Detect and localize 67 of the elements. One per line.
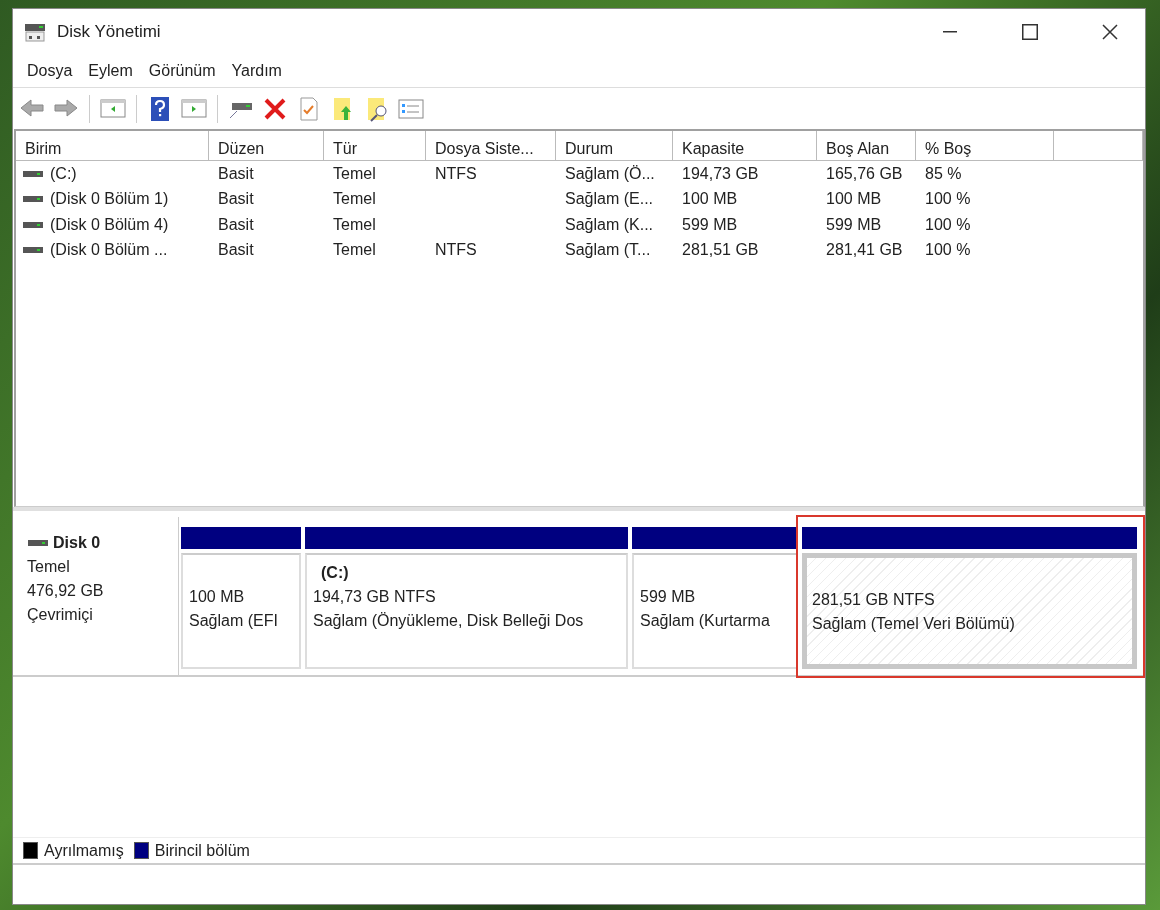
- table-cell: 281,41 GB: [826, 241, 903, 259]
- table-cell: Sağlam (E...: [565, 190, 654, 208]
- table-cell-text: (Disk 0 Bölüm ...: [50, 240, 168, 261]
- partition-size: 281,51 GB NTFS: [812, 591, 935, 608]
- column-header[interactable]: % Boş: [916, 131, 1054, 161]
- column-header[interactable]: Dosya Siste...: [426, 131, 556, 161]
- partition-status: Sağlam (EFI: [189, 612, 278, 629]
- table-cell: Basit: [218, 164, 254, 182]
- column-header[interactable]: Boş Alan: [817, 131, 916, 161]
- partition-size: 599 MB: [640, 588, 696, 605]
- menu-item[interactable]: Eylem: [80, 57, 141, 85]
- partition-size: 100 MB: [189, 588, 245, 605]
- legend-label: Ayrılmamış: [44, 840, 124, 861]
- table-cell: 599 MB: [682, 215, 738, 233]
- table-cell: Temel: [333, 215, 376, 233]
- table-cell: Temel: [333, 164, 376, 182]
- legend-label: Birincil bölüm: [154, 840, 250, 861]
- disk-type: Temel: [27, 558, 70, 575]
- partition-block[interactable]: 599 MB Sağlam (Kurtarma: [632, 553, 798, 669]
- table-cell-text: (Disk 0 Bölüm 1): [50, 189, 169, 210]
- table-cell: 281,51 GB: [682, 241, 759, 259]
- close-icon: [1102, 24, 1118, 40]
- table-cell: 85 %: [925, 164, 962, 182]
- menu-item[interactable]: Dosya: [19, 57, 81, 85]
- partition-status: Sağlam (Kurtarma: [640, 612, 770, 629]
- table-cell: 100 %: [925, 190, 971, 208]
- disk-management-icon: [23, 21, 47, 43]
- minimize-icon: [943, 31, 957, 33]
- table-cell-text: (C:): [50, 163, 77, 184]
- partition-block[interactable]: (C:) 194,73 GB NTFS Sağlam (Önyükleme, Disk Belleği Dos: [305, 553, 628, 669]
- table-cell-text: (Disk 0 Bölüm 4): [50, 214, 169, 235]
- table-cell: Basit: [218, 190, 254, 208]
- table-cell: Sağlam (Ö...: [565, 164, 655, 182]
- maximize-icon: [1022, 24, 1038, 40]
- disk-status: Çevrimiçi: [27, 606, 93, 623]
- table-cell: Sağlam (T...: [565, 241, 651, 259]
- disk-name: Disk 0: [53, 533, 101, 553]
- table-cell: Basit: [218, 215, 254, 233]
- partition-status: Sağlam (Temel Veri Bölümü): [812, 615, 1015, 632]
- table-cell: NTFS: [435, 164, 477, 182]
- table-cell: 194,73 GB: [682, 164, 759, 182]
- table-cell: Temel: [333, 241, 376, 259]
- drive-icon: [27, 537, 49, 549]
- column-header[interactable]: Birim: [16, 131, 209, 161]
- table-cell: 165,76 GB: [826, 164, 903, 182]
- table-cell: Temel: [333, 190, 376, 208]
- table-cell: 100 MB: [682, 190, 738, 208]
- window-title: Disk Yönetimi: [57, 21, 161, 44]
- partition-size: 194,73 GB NTFS: [313, 588, 436, 605]
- partition-status: Sağlam (Önyükleme, Disk Belleği Dos: [313, 612, 584, 629]
- disk-size: 476,92 GB: [27, 582, 104, 599]
- table-cell: Sağlam (K...: [565, 215, 654, 233]
- column-header[interactable]: Kapasite: [673, 131, 817, 161]
- menu-item[interactable]: Yardım: [223, 57, 290, 85]
- menu-item[interactable]: Görünüm: [140, 57, 224, 85]
- table-cell: NTFS: [435, 241, 477, 259]
- table-cell: Basit: [218, 241, 254, 259]
- partition-block[interactable]: 281,51 GB NTFS Sağlam (Temel Veri Bölümü): [802, 553, 1137, 669]
- partition-block[interactable]: 100 MB Sağlam (EFI: [181, 553, 301, 669]
- table-cell: 100 %: [925, 215, 971, 233]
- table-cell: 100 %: [925, 241, 971, 259]
- table-cell: 100 MB: [826, 190, 882, 208]
- column-header[interactable]: Tür: [324, 131, 426, 161]
- table-cell: 599 MB: [826, 215, 882, 233]
- partition-label: (C:): [320, 564, 349, 581]
- column-header[interactable]: Durum: [556, 131, 673, 161]
- column-header[interactable]: Düzen: [209, 131, 324, 161]
